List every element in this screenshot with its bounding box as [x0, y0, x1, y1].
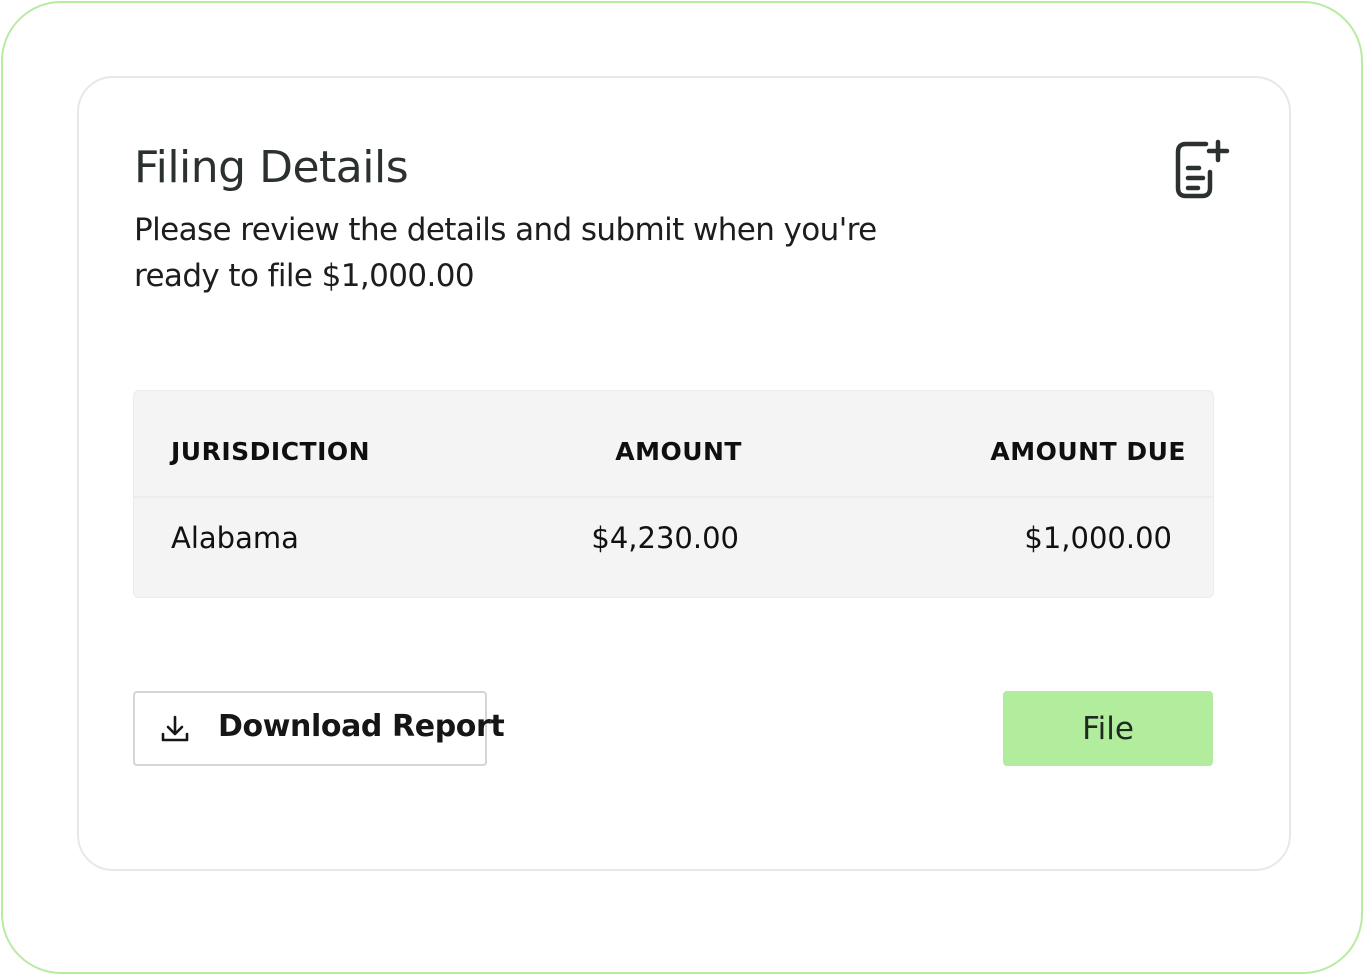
column-header-amount: AMOUNT [615, 437, 742, 466]
document-add-icon[interactable] [1172, 138, 1232, 200]
column-header-amount-due: AMOUNT DUE [990, 437, 1186, 466]
download-report-label: Download Report [218, 709, 505, 744]
file-button[interactable]: File [1003, 691, 1213, 766]
column-header-jurisdiction: JURISDICTION [171, 437, 371, 466]
card-title: Filing Details [134, 142, 409, 193]
filing-table: JURISDICTION AMOUNT AMOUNT DUE Alabama $… [133, 390, 1214, 598]
download-icon [161, 715, 189, 742]
cell-amount: $4,230.00 [591, 521, 739, 555]
cell-jurisdiction: Alabama [171, 521, 299, 555]
cell-amount-due: $1,000.00 [1024, 521, 1172, 555]
download-report-button[interactable]: Download Report [133, 691, 505, 766]
table-header: JURISDICTION AMOUNT AMOUNT DUE [134, 391, 1213, 498]
file-button-label: File [1082, 710, 1134, 747]
card-subtitle: Please review the details and submit whe… [134, 212, 877, 294]
